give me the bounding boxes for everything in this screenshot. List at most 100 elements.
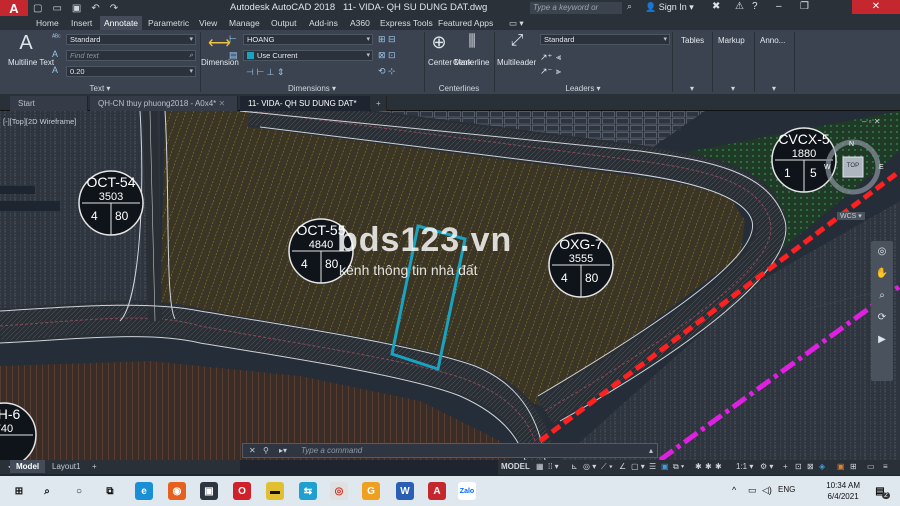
add-layout-button[interactable]: + xyxy=(86,460,103,473)
leader-style-select[interactable]: Standard ▾ xyxy=(540,34,670,45)
tables-panel-title[interactable]: Tables xyxy=(681,36,704,45)
new-file-icon[interactable]: ▢ xyxy=(28,3,47,14)
isodraft-icon[interactable]: ⟋ ▾ xyxy=(601,462,613,472)
lock-ui-icon[interactable]: ⊞ xyxy=(850,462,857,471)
tab-addins[interactable]: Add-ins xyxy=(305,16,342,30)
ortho-icon[interactable]: ⊾ xyxy=(571,462,578,471)
markup-panel-title[interactable]: Markup xyxy=(718,36,745,45)
dimension-style-select[interactable]: HOANG ▾ xyxy=(243,34,373,45)
windows-start-icon[interactable]: ⊞ xyxy=(10,482,28,500)
workspace-switching-icon[interactable]: ⚙ ▾ xyxy=(760,462,773,471)
tab-parametric[interactable]: Parametric xyxy=(144,16,193,30)
file-explorer-icon[interactable]: ▬ xyxy=(266,482,284,500)
center-mark-icon[interactable]: ⊕ xyxy=(428,32,450,53)
viewport-window-controls[interactable]: – ▫ ✕ xyxy=(862,117,880,126)
zoom-extents-icon[interactable]: ⌕ xyxy=(871,285,893,307)
zalo-icon[interactable]: Zalo xyxy=(458,482,476,500)
markup-panel-expand[interactable]: ▾ xyxy=(712,83,754,94)
command-line[interactable]: ✕ ⚲ ▸▾ Type a command ▴ xyxy=(242,443,658,458)
centerline-button[interactable]: Centerline xyxy=(453,58,489,67)
sign-in-button[interactable]: 👤 Sign In ▾ xyxy=(645,2,694,13)
new-tab-button[interactable]: + xyxy=(371,96,387,111)
text-height-select[interactable]: 0.20 ▾ xyxy=(66,66,196,77)
binoculars-icon[interactable]: ⌕ xyxy=(627,1,632,12)
customization-icon[interactable]: ≡ xyxy=(883,462,888,471)
align-leader-icon[interactable]: ⫷ xyxy=(556,52,561,63)
dimension-layer-select[interactable]: Use Current ▾ xyxy=(243,50,373,61)
text-panel-title[interactable]: Text ▾ xyxy=(0,83,200,94)
minimize-button[interactable]: – xyxy=(776,1,782,12)
viewcube-face-top[interactable]: TOP xyxy=(843,163,863,169)
tab-view[interactable]: View xyxy=(195,16,221,30)
viewcube[interactable]: N E W TOP xyxy=(820,131,886,197)
dimensions-panel-title[interactable]: Dimensions ▾ xyxy=(200,83,424,94)
language-indicator[interactable]: ENG xyxy=(778,485,795,494)
tab-model[interactable]: Model xyxy=(10,460,46,473)
tab-output[interactable]: Output xyxy=(267,16,301,30)
full-navigation-wheel-icon[interactable]: ◎ xyxy=(871,241,893,263)
tab-a360[interactable]: A360 xyxy=(346,16,374,30)
network-icon[interactable]: ▭ xyxy=(748,485,757,496)
tab-featured-apps[interactable]: Featured Apps xyxy=(434,16,497,30)
multileader-icon[interactable]: ⤢ xyxy=(505,32,529,50)
tab-home[interactable]: Home xyxy=(32,16,63,30)
annotation-scaling-panel-title[interactable]: Anno... xyxy=(760,36,785,45)
viewport-controls-label[interactable]: [-][Top][2D Wireframe] xyxy=(3,117,76,126)
teamviewer-icon[interactable]: ⇆ xyxy=(299,482,317,500)
volume-icon[interactable]: ◁) xyxy=(762,485,772,496)
showmotion-icon[interactable]: ▶ xyxy=(871,329,893,351)
undo-icon[interactable]: ↶ xyxy=(86,3,104,14)
object-snap-tracking-icon[interactable]: ∠ xyxy=(619,462,626,471)
find-text-input[interactable]: Find text ⌕ xyxy=(66,50,196,61)
close-window-button[interactable]: ✕ xyxy=(852,0,900,14)
clock[interactable]: 10:34 AM 6/4/2021 xyxy=(826,480,860,502)
selection-cycling-icon[interactable]: ⧉ ▾ xyxy=(673,462,684,472)
opera-icon[interactable]: O xyxy=(233,482,251,500)
polar-tracking-icon[interactable]: ◎ ▾ xyxy=(583,462,596,471)
restore-button[interactable]: ❐ xyxy=(800,1,809,12)
dim-adjust-icon[interactable]: ⊠ ⊡ xyxy=(378,50,396,61)
file-tab-vida[interactable]: 11- VIDA- QH SU DUNG DAT* ✕ xyxy=(240,96,370,123)
anno-panel-expand[interactable]: ▾ xyxy=(754,83,794,94)
multiline-text-button[interactable]: Multiline Text xyxy=(8,58,54,68)
tables-panel-expand[interactable]: ▾ xyxy=(672,83,712,94)
units-icon[interactable]: ◈ xyxy=(819,462,825,471)
dimension-icon[interactable]: ⟷ xyxy=(208,33,231,53)
file-tab-start[interactable]: Start xyxy=(10,96,88,111)
tab-layout1[interactable]: Layout1 xyxy=(46,460,86,473)
multiline-text-icon[interactable]: A xyxy=(14,32,38,55)
quick-properties-icon[interactable]: ▣ xyxy=(837,462,845,471)
tab-manage[interactable]: Manage xyxy=(225,16,264,30)
multileader-button[interactable]: Multileader xyxy=(497,58,536,67)
dim-tools-icon[interactable]: ⊣ ⊢ ⊥ ⇕ xyxy=(246,67,285,78)
store-icon[interactable]: ▣ xyxy=(200,482,218,500)
autocad-logo-icon[interactable]: A xyxy=(0,0,28,16)
add-leader-icon[interactable]: ↗⁺ xyxy=(540,52,552,63)
dim-update-icon[interactable]: ⟲ ⊹ xyxy=(378,66,396,77)
show-hidden-icons[interactable]: ^ xyxy=(732,485,736,495)
leaders-panel-title[interactable]: Leaders ▾ xyxy=(494,83,672,94)
file-tab-qh-cn[interactable]: QH-CN thuy phuong2018 - A0x4* ✕ xyxy=(90,96,238,111)
tab-insert[interactable]: Insert xyxy=(67,16,96,30)
text-style-select[interactable]: Standard ▾ xyxy=(66,34,196,45)
dim-break-icon[interactable]: ⊞ ⊟ xyxy=(378,34,396,45)
snap-icon[interactable]: ⁞⁞ ▾ xyxy=(548,462,559,471)
close-command-line-icon[interactable]: ✕ xyxy=(249,444,256,457)
tab-annotate[interactable]: Annotate xyxy=(100,16,143,30)
task-view-icon[interactable]: ⧉ xyxy=(101,482,119,500)
save-icon[interactable]: ▣ xyxy=(67,3,86,14)
annotation-scale-icon[interactable]: ✱ xyxy=(715,462,722,471)
command-input[interactable]: Type a command xyxy=(301,446,362,455)
tab-express-tools[interactable]: Express Tools xyxy=(376,16,437,30)
cortana-icon[interactable]: ○ xyxy=(70,482,88,500)
autocad-taskbar-icon[interactable]: A xyxy=(428,482,446,500)
search-icon[interactable]: ⌕ xyxy=(38,482,56,500)
help-icon[interactable]: ? xyxy=(752,1,758,12)
remove-leader-icon[interactable]: ↗⁻ xyxy=(540,66,552,77)
drawing-canvas[interactable]: [-][Top][2D Wireframe] – ▫ ✕ OCT-54 3503… xyxy=(0,111,900,460)
orbit-icon[interactable]: ⟳ xyxy=(871,307,893,329)
annotation-scale-select[interactable]: 1:1 ▾ xyxy=(736,462,753,471)
coccoc-icon[interactable]: G xyxy=(362,482,380,500)
centerline-icon[interactable]: ⫼ xyxy=(461,33,483,51)
lineweight-icon[interactable]: ☰ xyxy=(649,462,656,471)
